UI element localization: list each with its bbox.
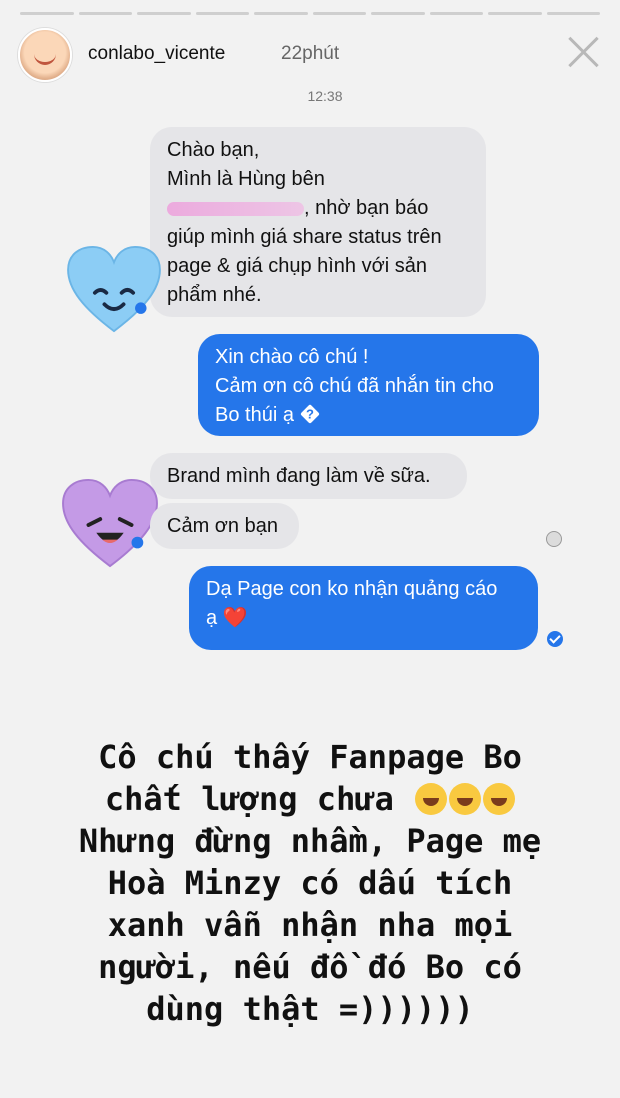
message-line: Dạ Page con ko nhận quảng cáo [206,578,498,600]
question-mark-icon: ? [300,404,319,424]
chat-timestamp: 12:38 [307,88,343,104]
progress-segment [254,12,308,15]
message-line: page & giá chụp hình với sản [167,255,427,277]
message-line: Bo thúi ạ [215,404,294,426]
progress-segment [488,12,542,15]
caption-text: chất lượng chưa [104,780,414,818]
read-receipt-icon [547,631,563,647]
tears-of-joy-emoji-icon [415,783,448,815]
outgoing-message: Xin chào cô chú ! Cảm ơn cô chú đã nhắn … [198,334,539,436]
heart-emoji: ❤️ [222,607,248,629]
story-caption: Cô chú thấy Fanpage Bo chất lượng chưa N… [10,736,610,1030]
message-line: Cảm ơn cô chú đã nhắn tin cho [215,375,494,397]
tears-of-joy-emoji-icon [449,783,482,815]
purple-heart-sticker-icon [62,478,158,568]
progress-segment [429,12,483,15]
incoming-message: Brand mình đang làm về sữa. [150,453,467,499]
close-icon[interactable] [566,34,602,70]
caption-line: Hoà Minzy có dấu tích [107,864,513,902]
username[interactable]: conlabo_vicente [88,43,225,65]
progress-segment [137,12,191,15]
message-line: ạ [206,607,218,629]
progress-segment [371,12,425,15]
progress-segment [78,12,132,15]
redacted-text [167,201,304,216]
avatar[interactable] [18,28,72,82]
message-line: phẩm nhé. [167,284,262,306]
blue-heart-sticker-icon [67,245,161,333]
story-header: conlabo_vicente 22phút [18,26,602,82]
tears-of-joy-emoji-icon [483,783,516,815]
time-ago: 22phút [281,43,340,64]
incoming-message: Chào bạn, Mình là Hùng bên , nhờ bạn báo… [150,127,486,317]
message-line: Xin chào cô chú ! [215,346,369,368]
message-line: giúp mình giá share status trên [167,226,442,248]
caption-line: dùng thật =)))))) [146,990,474,1028]
progress-segment [195,12,249,15]
progress-segment [546,12,600,15]
message-line: Mình là Hùng bên [167,168,325,190]
incoming-message: Cảm ơn bạn [150,503,299,549]
caption-line-with-emoji: chất lượng chưa [10,778,610,820]
caption-line: Cô chú thấy Fanpage Bo [98,738,522,776]
caption-line: Nhưng đừng nhầm, Page mẹ [78,822,542,860]
progress-segment [312,12,366,15]
progress-segment [20,12,74,15]
seen-avatar [546,531,562,547]
message-line: , nhờ bạn báo [304,197,429,219]
message-line: Chào bạn, [167,139,260,161]
svg-text:?: ? [306,407,314,422]
outgoing-message: Dạ Page con ko nhận quảng cáo ạ ❤️ [189,566,538,650]
caption-line: xanh vẫn nhận nha mọi [107,906,513,944]
story-progress-bars [20,12,600,15]
caption-line: người, nếu đồ đó Bo có [98,948,522,986]
